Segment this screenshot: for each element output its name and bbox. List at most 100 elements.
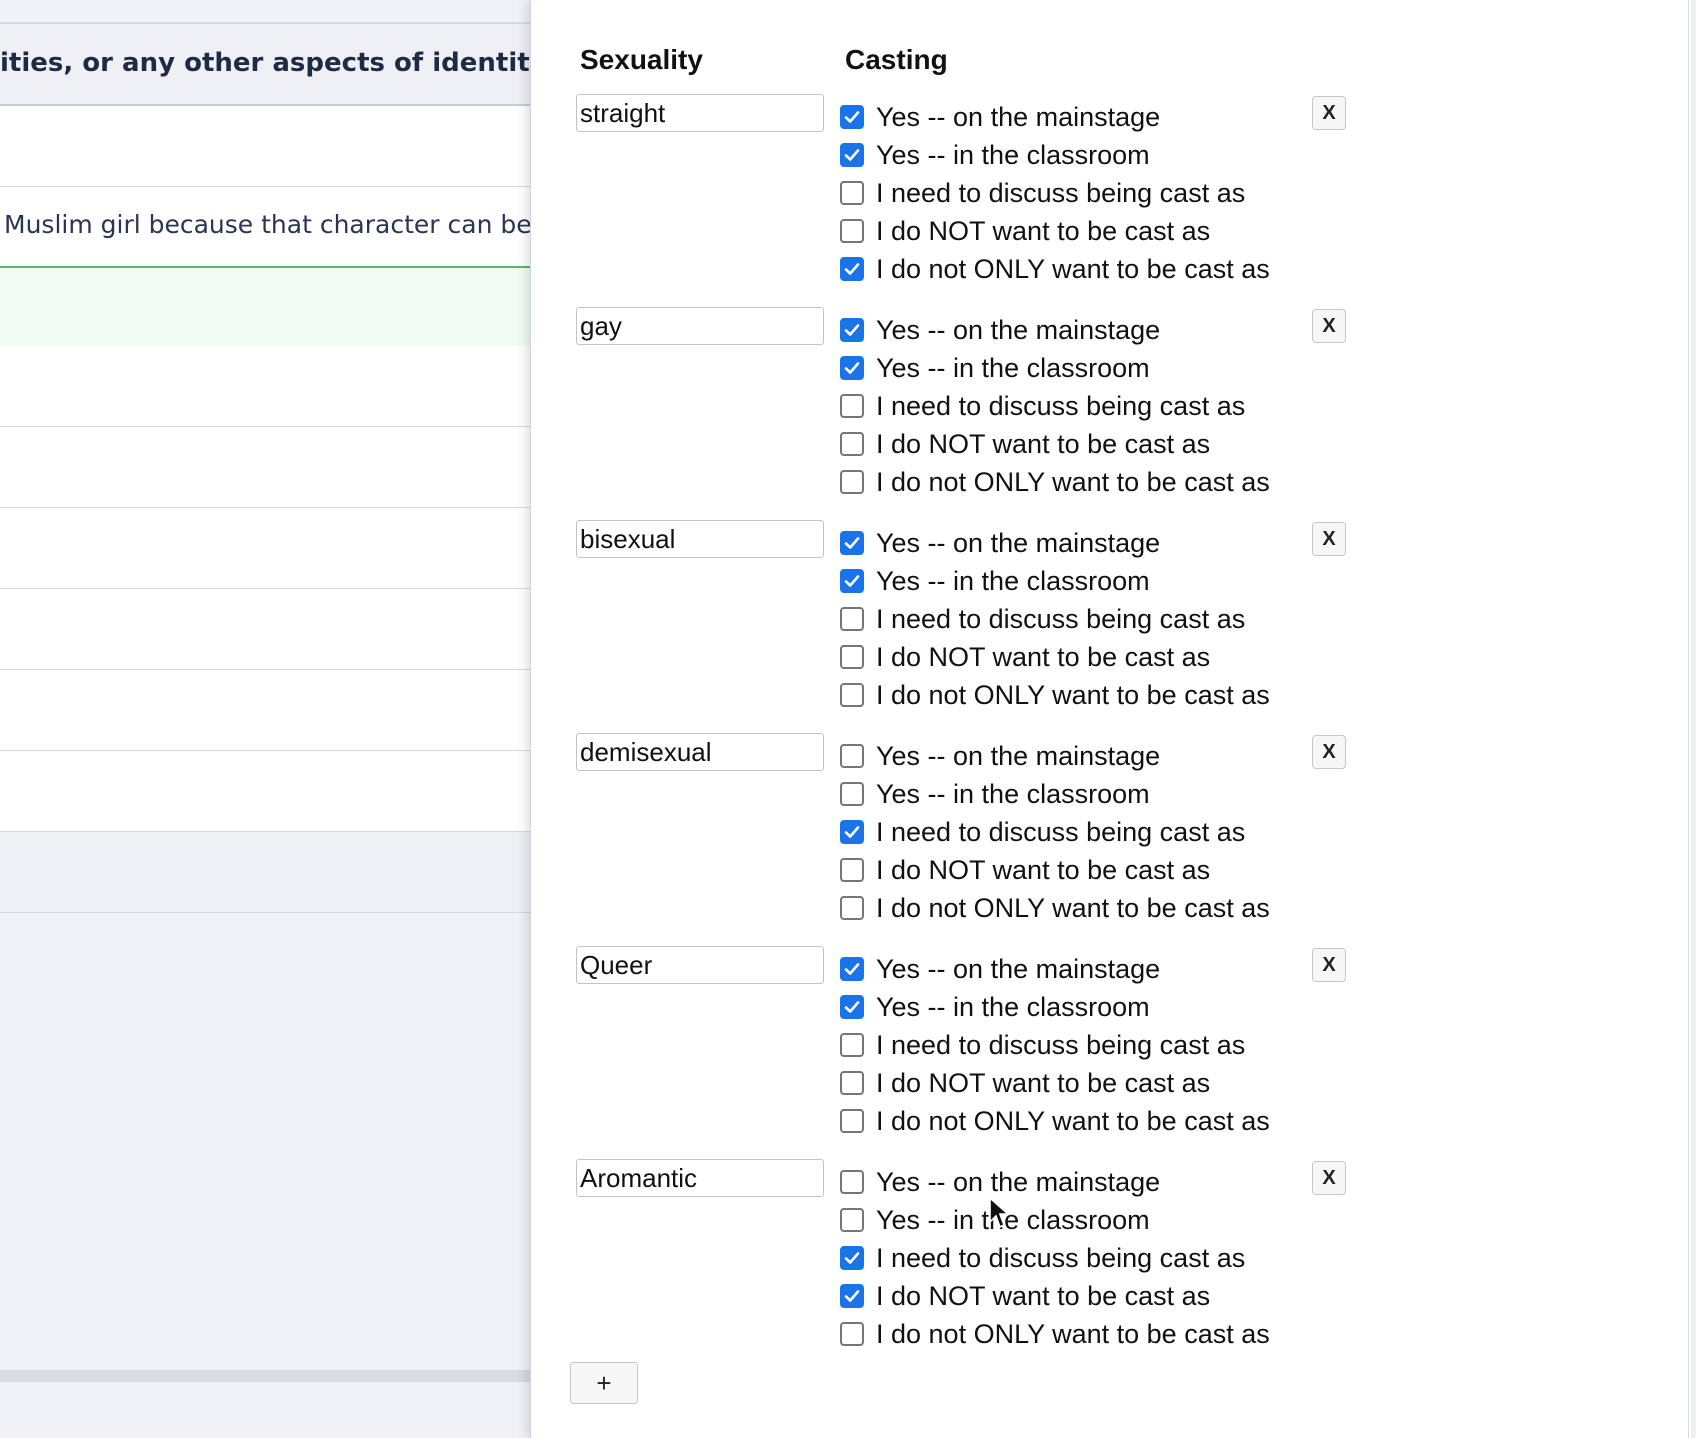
casting-option[interactable]: Yes -- in the classroom: [840, 349, 1270, 387]
casting-checkbox[interactable]: [840, 1284, 864, 1308]
casting-checkbox[interactable]: [840, 257, 864, 281]
background-question-text: ities, or any other aspects of identity:: [0, 48, 540, 78]
casting-checkbox[interactable]: [840, 432, 864, 456]
background-row: [0, 670, 540, 751]
casting-option[interactable]: Yes -- in the classroom: [840, 136, 1270, 174]
casting-option[interactable]: Yes -- in the classroom: [840, 775, 1270, 813]
casting-option[interactable]: I do NOT want to be cast as: [840, 212, 1270, 250]
casting-option-label: Yes -- on the mainstage: [876, 314, 1161, 345]
sexuality-input[interactable]: [576, 1159, 824, 1197]
casting-option[interactable]: I do not ONLY want to be cast as: [840, 250, 1270, 288]
casting-option-label: Yes -- on the mainstage: [876, 740, 1161, 771]
background-active-row[interactable]: [0, 266, 540, 348]
checkmark-icon: [844, 111, 860, 123]
casting-option[interactable]: Yes -- on the mainstage: [840, 311, 1270, 349]
casting-checkbox[interactable]: [840, 607, 864, 631]
casting-options: Yes -- on the mainstage Yes -- in the cla…: [840, 311, 1270, 501]
casting-option-label: Yes -- in the classroom: [876, 991, 1150, 1022]
casting-option[interactable]: Yes -- in the classroom: [840, 562, 1270, 600]
casting-option-label: Yes -- in the classroom: [876, 352, 1150, 383]
casting-option[interactable]: I need to discuss being cast as: [840, 600, 1270, 638]
casting-checkbox[interactable]: [840, 1246, 864, 1270]
casting-option[interactable]: I do not ONLY want to be cast as: [840, 463, 1270, 501]
sexuality-input[interactable]: [576, 94, 824, 132]
casting-checkbox[interactable]: [840, 105, 864, 129]
casting-option[interactable]: I do NOT want to be cast as: [840, 851, 1270, 889]
sexuality-column-header: Sexuality: [580, 44, 703, 75]
casting-option-label: I do not ONLY want to be cast as: [876, 466, 1270, 497]
casting-checkbox[interactable]: [840, 394, 864, 418]
casting-checkbox[interactable]: [840, 1109, 864, 1133]
casting-option[interactable]: I do not ONLY want to be cast as: [840, 1315, 1270, 1353]
casting-option[interactable]: Yes -- on the mainstage: [840, 524, 1270, 562]
sexuality-input[interactable]: [576, 946, 824, 984]
casting-option[interactable]: I do NOT want to be cast as: [840, 1277, 1270, 1315]
casting-option[interactable]: I do not ONLY want to be cast as: [840, 676, 1270, 714]
casting-option-label: I do NOT want to be cast as: [876, 428, 1211, 459]
casting-checkbox[interactable]: [840, 470, 864, 494]
casting-checkbox[interactable]: [840, 820, 864, 844]
casting-option[interactable]: Yes -- on the mainstage: [840, 950, 1270, 988]
casting-option-label: Yes -- in the classroom: [876, 139, 1150, 170]
casting-checkbox[interactable]: [840, 744, 864, 768]
casting-checkbox[interactable]: [840, 957, 864, 981]
remove-entry-button[interactable]: X: [1312, 1161, 1346, 1195]
background-row: [0, 751, 540, 832]
casting-option[interactable]: I need to discuss being cast as: [840, 387, 1270, 425]
casting-option[interactable]: I do not ONLY want to be cast as: [840, 889, 1270, 927]
casting-checkbox[interactable]: [840, 782, 864, 806]
casting-checkbox[interactable]: [840, 531, 864, 555]
casting-checkbox[interactable]: [840, 683, 864, 707]
casting-checkbox[interactable]: [840, 995, 864, 1019]
casting-option[interactable]: I need to discuss being cast as: [840, 1026, 1270, 1064]
remove-entry-button[interactable]: X: [1312, 735, 1346, 769]
sexuality-input[interactable]: [576, 520, 824, 558]
identity-entry: Yes -- on the mainstage Yes -- in the cla…: [576, 946, 1376, 1158]
casting-option[interactable]: Yes -- on the mainstage: [840, 737, 1270, 775]
casting-checkbox[interactable]: [840, 645, 864, 669]
casting-option[interactable]: Yes -- in the classroom: [840, 988, 1270, 1026]
casting-checkbox[interactable]: [840, 896, 864, 920]
background-row: [0, 346, 540, 427]
casting-option[interactable]: I do NOT want to be cast as: [840, 425, 1270, 463]
identity-entry: Yes -- on the mainstage Yes -- in the cla…: [576, 733, 1376, 945]
remove-entry-button[interactable]: X: [1312, 948, 1346, 982]
casting-option-label: Yes -- in the classroom: [876, 1204, 1150, 1235]
casting-checkbox[interactable]: [840, 181, 864, 205]
casting-checkbox[interactable]: [840, 1071, 864, 1095]
casting-option[interactable]: I need to discuss being cast as: [840, 174, 1270, 212]
checkmark-icon: [844, 1252, 860, 1264]
remove-entry-button[interactable]: X: [1312, 96, 1346, 130]
casting-option[interactable]: Yes -- on the mainstage: [840, 98, 1270, 136]
casting-option-label: I do NOT want to be cast as: [876, 1280, 1211, 1311]
remove-entry-button[interactable]: X: [1312, 309, 1346, 343]
casting-checkbox[interactable]: [840, 858, 864, 882]
casting-option[interactable]: I do NOT want to be cast as: [840, 1064, 1270, 1102]
background-row: [0, 106, 540, 187]
background-row: [0, 427, 540, 508]
casting-option[interactable]: I do not ONLY want to be cast as: [840, 1102, 1270, 1140]
remove-entry-button[interactable]: X: [1312, 522, 1346, 556]
add-entry-button[interactable]: +: [570, 1362, 638, 1404]
casting-checkbox[interactable]: [840, 569, 864, 593]
casting-checkbox[interactable]: [840, 1033, 864, 1057]
casting-checkbox[interactable]: [840, 318, 864, 342]
casting-checkbox[interactable]: [840, 143, 864, 167]
casting-option[interactable]: Yes -- on the mainstage: [840, 1163, 1270, 1201]
checkmark-icon: [844, 537, 860, 549]
casting-option[interactable]: I do NOT want to be cast as: [840, 638, 1270, 676]
sexuality-input[interactable]: [576, 307, 824, 345]
casting-option-label: I need to discuss being cast as: [876, 177, 1246, 208]
casting-option[interactable]: Yes -- in the classroom: [840, 1201, 1270, 1239]
casting-checkbox[interactable]: [840, 1322, 864, 1346]
casting-checkbox[interactable]: [840, 356, 864, 380]
horizontal-scrollbar[interactable]: [0, 1370, 540, 1382]
casting-checkbox[interactable]: [840, 219, 864, 243]
sexuality-input[interactable]: [576, 733, 824, 771]
casting-option[interactable]: I need to discuss being cast as: [840, 1239, 1270, 1277]
casting-option-label: I do NOT want to be cast as: [876, 854, 1211, 885]
mouse-cursor-icon: [989, 1196, 1010, 1229]
casting-checkbox[interactable]: [840, 1170, 864, 1194]
casting-option[interactable]: I need to discuss being cast as: [840, 813, 1270, 851]
casting-checkbox[interactable]: [840, 1208, 864, 1232]
